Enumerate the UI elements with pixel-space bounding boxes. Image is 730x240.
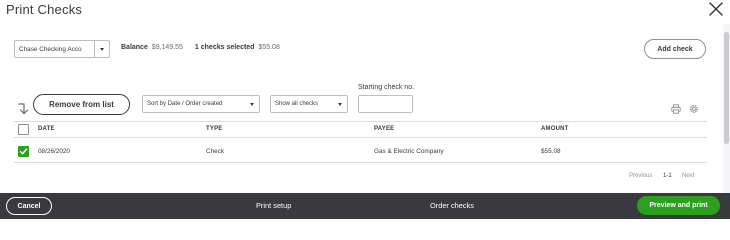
show-checks-dropdown[interactable]: Show all checks <box>270 95 348 113</box>
pagination-previous[interactable]: Previous <box>629 173 652 179</box>
print-setup-link[interactable]: Print setup <box>256 201 291 210</box>
column-header-payee[interactable]: PAYEE <box>374 126 394 132</box>
dialog-title: Print Checks <box>6 2 83 17</box>
remove-from-list-button[interactable]: Remove from list <box>33 94 130 115</box>
column-header-amount[interactable]: AMOUNT <box>541 126 569 132</box>
table-row[interactable]: 08/26/2020 Check Gas & Electric Company … <box>14 141 707 163</box>
selected-count-label: 1 checks selected <box>194 44 255 51</box>
cell-payee: Gas & Electric Company <box>374 148 444 155</box>
chevron-down-icon <box>250 103 254 106</box>
checkmark-icon <box>19 148 28 155</box>
selected-total-value: $55.08 <box>258 44 280 51</box>
cancel-button[interactable]: Cancel <box>6 197 52 215</box>
pagination-next[interactable]: Next <box>682 173 694 179</box>
scrollbar[interactable] <box>723 24 730 193</box>
return-arrow-icon <box>18 103 28 115</box>
row-checkbox[interactable] <box>18 146 29 157</box>
column-header-date[interactable]: DATE <box>38 126 55 132</box>
gear-icon[interactable] <box>689 104 699 114</box>
account-select[interactable]: Chase Checking Acco <box>14 40 110 58</box>
show-checks-dropdown-value: Show all checks <box>275 101 319 107</box>
preview-and-print-button[interactable]: Preview and print <box>637 196 720 215</box>
table-header: DATE TYPE PAYEE AMOUNT <box>14 121 707 138</box>
cell-type: Check <box>206 148 225 155</box>
dialog-footer: Cancel Print setup Order checks Preview … <box>0 193 730 219</box>
print-icon[interactable] <box>671 104 681 114</box>
select-all-checkbox[interactable] <box>18 124 29 135</box>
chevron-down-icon <box>100 47 104 51</box>
account-select-toggle[interactable] <box>94 41 109 57</box>
order-checks-link[interactable]: Order checks <box>430 201 474 210</box>
cell-date: 08/26/2020 <box>38 148 70 155</box>
account-select-value: Chase Checking Acco <box>19 45 82 53</box>
sort-dropdown[interactable]: Sort by Date / Order created <box>142 95 260 113</box>
balance-value: $9,149.55 <box>151 44 183 51</box>
starting-check-input[interactable] <box>358 95 413 113</box>
pagination-range: 1-1 <box>663 173 672 179</box>
starting-check-label: Starting check no. <box>358 84 415 91</box>
add-check-button[interactable]: Add check <box>644 39 706 59</box>
chevron-down-icon <box>338 103 342 106</box>
cell-amount: $55.08 <box>541 148 561 155</box>
column-header-type[interactable]: TYPE <box>206 126 222 132</box>
sort-dropdown-value: Sort by Date / Order created <box>147 101 223 107</box>
balance-summary: Balance $9,149.55 1 checks selected $55.… <box>121 44 280 51</box>
scrollbar-thumb[interactable] <box>724 32 729 144</box>
close-icon[interactable] <box>708 1 724 17</box>
balance-label: Balance <box>121 44 148 51</box>
